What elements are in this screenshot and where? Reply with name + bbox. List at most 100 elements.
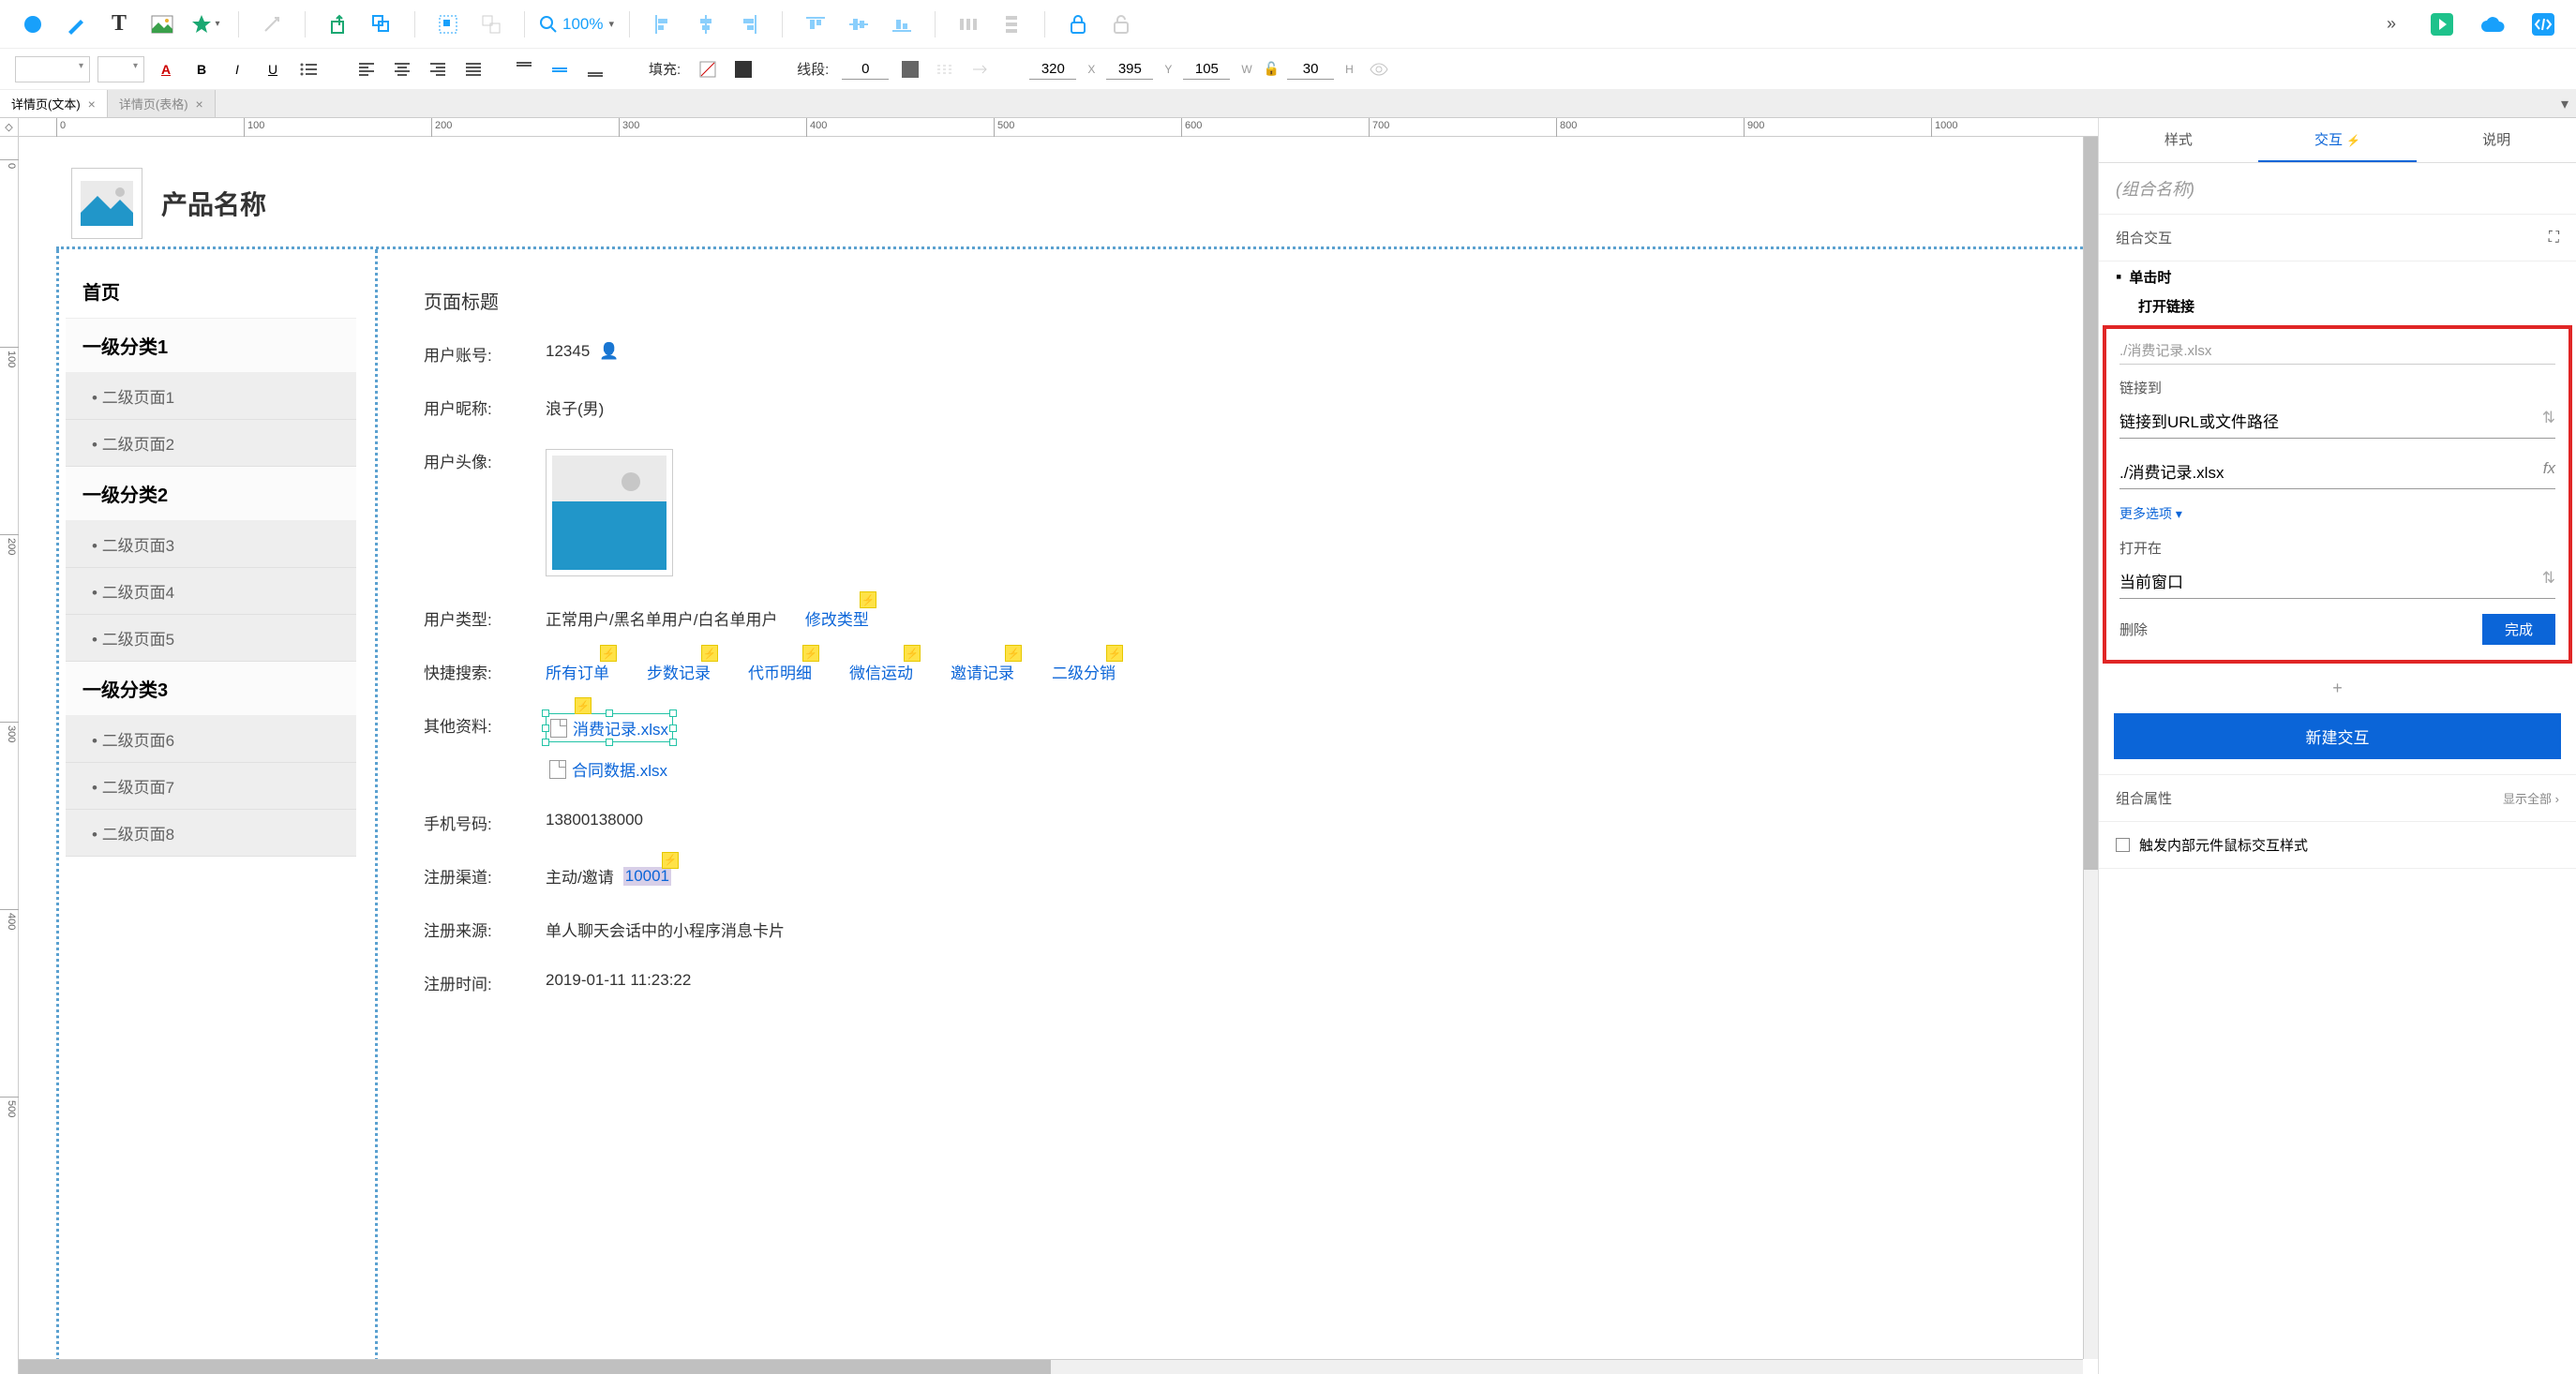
pen-tool[interactable] bbox=[58, 7, 94, 42]
scrollbar-horizontal[interactable] bbox=[19, 1359, 2083, 1374]
text-align-left-icon[interactable] bbox=[352, 55, 381, 83]
product-name[interactable]: 产品名称 bbox=[161, 185, 266, 222]
sidebar-item[interactable]: • 二级页面4 bbox=[66, 568, 356, 615]
sidebar-item[interactable]: • 二级页面7 bbox=[66, 763, 356, 810]
overflow-icon[interactable]: » bbox=[2374, 7, 2409, 42]
source-value[interactable]: 单人聊天会话中的小程序消息卡片 bbox=[546, 918, 785, 941]
quick-link[interactable]: 邀请记录⚡ bbox=[951, 660, 1014, 683]
order-front-icon[interactable] bbox=[321, 7, 356, 42]
time-value[interactable]: 2019-01-11 11:23:22 bbox=[546, 971, 691, 990]
x-input[interactable] bbox=[1029, 59, 1076, 80]
type-value[interactable]: 正常用户/黑名单用户/白名单用户 bbox=[546, 606, 777, 630]
event-click[interactable]: 单击时 bbox=[2099, 261, 2576, 292]
star-tool[interactable]: ▾ bbox=[187, 7, 223, 42]
align-right-icon[interactable] bbox=[731, 7, 767, 42]
description-input[interactable]: ./消费记录.xlsx bbox=[2119, 336, 2555, 365]
tabs-dropdown-icon[interactable]: ▾ bbox=[2561, 95, 2569, 113]
fx-icon[interactable]: fx bbox=[2543, 459, 2555, 483]
cloud-icon[interactable] bbox=[2475, 7, 2510, 42]
distribute-v-icon[interactable] bbox=[994, 7, 1029, 42]
stroke-color-icon[interactable] bbox=[896, 55, 924, 83]
group-name-input[interactable]: (组合名称) bbox=[2099, 163, 2576, 215]
tab-style[interactable]: 样式 bbox=[2099, 118, 2258, 162]
lock-icon[interactable] bbox=[1060, 7, 1096, 42]
ruler-vertical[interactable]: 0 100 200 300 400 500 bbox=[0, 137, 19, 1374]
design-canvas[interactable]: 产品名称 首页 一级分类1 • 二级页面1 • 二级页面2 一级分类2 • 二级… bbox=[19, 137, 2098, 1374]
valign-top-icon[interactable] bbox=[510, 55, 538, 83]
italic-icon[interactable]: I bbox=[223, 55, 251, 83]
channel-value[interactable]: 主动/邀请 bbox=[546, 864, 614, 888]
sidebar-item[interactable]: • 二级页面6 bbox=[66, 716, 356, 763]
sidebar-group-1[interactable]: 一级分类1 bbox=[66, 319, 356, 373]
sidebar-item[interactable]: • 二级页面3 bbox=[66, 521, 356, 568]
fill-none-icon[interactable] bbox=[694, 55, 722, 83]
font-family-select[interactable] bbox=[15, 56, 90, 82]
visibility-icon[interactable] bbox=[1365, 55, 1393, 83]
tab-detail-text[interactable]: 详情页(文本)× bbox=[0, 90, 108, 117]
quick-link[interactable]: 代币明细⚡ bbox=[748, 660, 812, 683]
underline-icon[interactable]: U bbox=[259, 55, 287, 83]
sidebar-item[interactable]: • 二级页面5 bbox=[66, 615, 356, 662]
file-link-1[interactable]: 消费记录.xlsx bbox=[573, 716, 668, 739]
tab-detail-table[interactable]: 详情页(表格)× bbox=[108, 90, 216, 117]
sidebar-item[interactable]: • 二级页面8 bbox=[66, 810, 356, 857]
zoom-control[interactable]: 100%▾ bbox=[540, 15, 614, 34]
sidebar-home[interactable]: 首页 bbox=[66, 264, 356, 319]
play-button[interactable] bbox=[2424, 7, 2460, 42]
text-tool[interactable]: T bbox=[101, 7, 137, 42]
distribute-h-icon[interactable] bbox=[951, 7, 986, 42]
quick-link[interactable]: 所有订单⚡ bbox=[546, 660, 609, 683]
close-icon[interactable]: × bbox=[196, 97, 203, 112]
ruler-horizontal[interactable]: 0 100 200 300 400 500 600 700 800 900 10… bbox=[19, 118, 2098, 137]
stroke-style-icon[interactable] bbox=[932, 55, 960, 83]
ungroup-icon[interactable] bbox=[473, 7, 509, 42]
quick-link[interactable]: 步数记录⚡ bbox=[647, 660, 711, 683]
text-align-right-icon[interactable] bbox=[424, 55, 452, 83]
chevron-right-icon[interactable]: › bbox=[2555, 792, 2559, 806]
valign-mid-icon[interactable] bbox=[546, 55, 574, 83]
phone-value[interactable]: 13800138000 bbox=[546, 811, 643, 829]
tab-interaction[interactable]: 交互 ⚡ bbox=[2258, 118, 2418, 162]
y-input[interactable] bbox=[1106, 59, 1153, 80]
new-interaction-button[interactable]: 新建交互 bbox=[2114, 713, 2561, 759]
delete-button[interactable]: 删除 bbox=[2119, 620, 2148, 639]
add-action-button[interactable]: + bbox=[2099, 671, 2576, 706]
unlock-icon[interactable] bbox=[1103, 7, 1139, 42]
link-to-select[interactable]: 链接到URL或文件路径⇅ bbox=[2119, 403, 2555, 439]
h-input[interactable] bbox=[1287, 59, 1334, 80]
image-tool[interactable] bbox=[144, 7, 180, 42]
close-icon[interactable]: × bbox=[88, 97, 96, 112]
trigger-checkbox-row[interactable]: 触发内部元件鼠标交互样式 bbox=[2099, 822, 2576, 869]
tab-notes[interactable]: 说明 bbox=[2417, 118, 2576, 162]
arrow-style-icon[interactable] bbox=[967, 55, 996, 83]
user-icon[interactable]: 👤 bbox=[599, 342, 619, 361]
shape-tool[interactable] bbox=[15, 7, 51, 42]
valign-bot-icon[interactable] bbox=[581, 55, 609, 83]
url-input[interactable]: ./消费记录.xlsxfx bbox=[2119, 454, 2555, 489]
file-link-2[interactable]: 合同数据.xlsx bbox=[572, 757, 667, 781]
fill-color-icon[interactable] bbox=[729, 55, 757, 83]
scrollbar-vertical[interactable] bbox=[2083, 137, 2098, 1359]
open-in-select[interactable]: 当前窗口⇅ bbox=[2119, 563, 2555, 599]
sidebar-group-2[interactable]: 一级分类2 bbox=[66, 467, 356, 521]
sidebar-group-3[interactable]: 一级分类3 bbox=[66, 662, 356, 716]
list-icon[interactable] bbox=[294, 55, 322, 83]
text-align-center-icon[interactable] bbox=[388, 55, 416, 83]
w-input[interactable] bbox=[1183, 59, 1230, 80]
change-type-link[interactable]: 修改类型⚡ bbox=[805, 606, 869, 630]
checkbox-icon[interactable] bbox=[2116, 838, 2130, 852]
font-color-icon[interactable]: A bbox=[152, 55, 180, 83]
order-back-icon[interactable] bbox=[364, 7, 399, 42]
sidebar-item[interactable]: • 二级页面2 bbox=[66, 420, 356, 467]
logo-placeholder[interactable] bbox=[71, 168, 142, 239]
align-bottom-icon[interactable] bbox=[884, 7, 920, 42]
selected-element[interactable]: ⚡ 消费记录.xlsx bbox=[546, 713, 673, 742]
align-left-icon[interactable] bbox=[645, 7, 681, 42]
channel-id-link[interactable]: 10001⚡ bbox=[623, 867, 671, 886]
ruler-origin[interactable]: ◇ bbox=[0, 118, 19, 137]
text-align-justify-icon[interactable] bbox=[459, 55, 487, 83]
more-options-toggle[interactable]: 更多选项 ▾ bbox=[2119, 504, 2555, 523]
avatar-placeholder[interactable] bbox=[546, 449, 673, 576]
done-button[interactable]: 完成 bbox=[2482, 614, 2555, 645]
expand-icon[interactable]: ⛶ bbox=[2549, 230, 2559, 246]
